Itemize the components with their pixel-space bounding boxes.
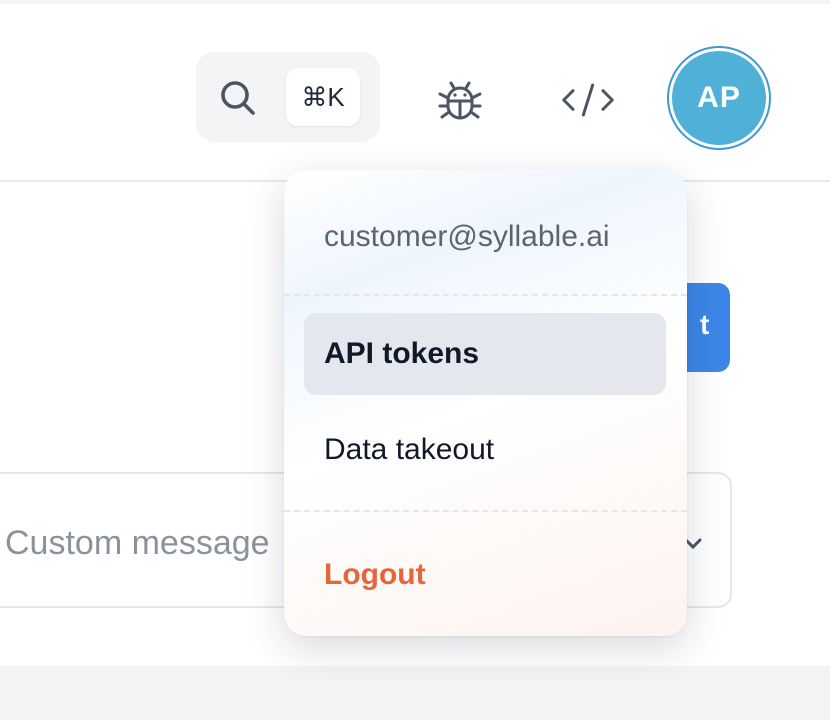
user-menu-trigger[interactable]: AP [667, 46, 771, 150]
user-dropdown-menu: customer@syllable.ai API tokens Data tak… [284, 170, 687, 636]
avatar: AP [672, 51, 766, 145]
menu-item-data-takeout[interactable]: Data takeout [304, 409, 666, 491]
bug-icon [438, 81, 482, 120]
logout-button[interactable]: Logout [304, 534, 666, 616]
search-button[interactable]: ⌘K [196, 52, 380, 142]
menu-item-api-tokens[interactable]: API tokens [304, 313, 666, 395]
bug-report-button[interactable] [432, 72, 488, 128]
primary-action-label: t [700, 309, 710, 340]
developer-button[interactable] [560, 72, 616, 128]
search-icon [221, 81, 255, 115]
code-icon [562, 83, 614, 117]
message-placeholder: Custom message [5, 524, 270, 562]
menu-divider [284, 510, 687, 512]
menu-divider [284, 294, 687, 296]
top-bar: ⌘K AP [0, 4, 830, 180]
shortcut-badge: ⌘K [286, 68, 360, 126]
user-email: customer@syllable.ai [324, 220, 610, 253]
footer-area [0, 666, 830, 720]
